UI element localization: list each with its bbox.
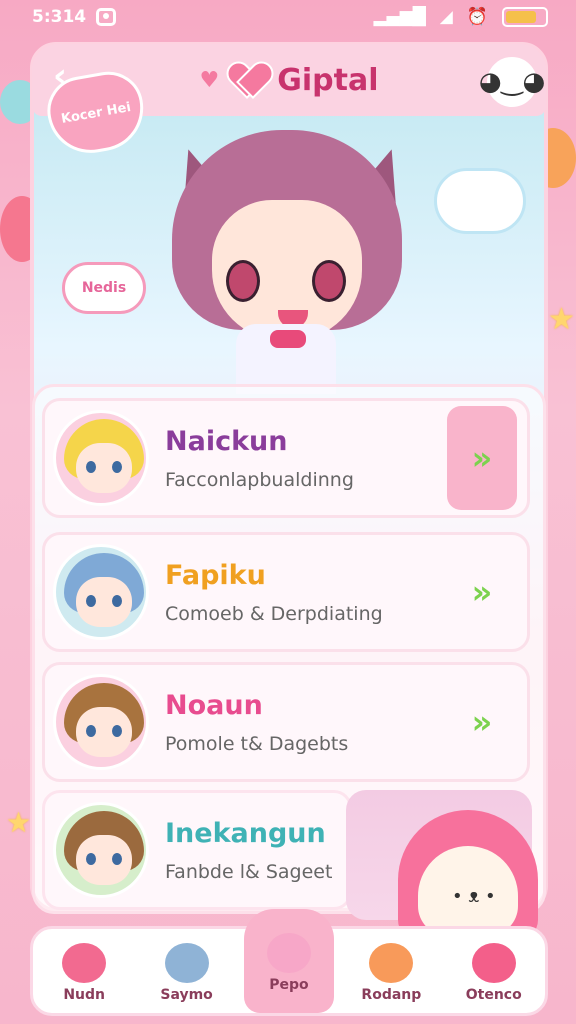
bow-icon [270, 330, 306, 348]
bear-face-icon [266, 933, 311, 973]
nav-item-saymo[interactable]: Saymo [142, 943, 232, 1003]
status-time: 5:314 [32, 7, 87, 27]
signal-icon: ▂▄▆█ [373, 7, 426, 27]
chevron-right-icon: » [471, 439, 493, 477]
hero-character-illustration [160, 110, 420, 394]
battery-icon [502, 7, 548, 27]
blob-face-icon [369, 943, 414, 983]
nav-label: Pepo [269, 977, 309, 993]
hero-eye-left [226, 260, 260, 302]
list-item[interactable]: Inekangun Fanbde l& Sageet [42, 790, 352, 910]
signal-triangle-icon: ◢ [439, 7, 453, 27]
camera-icon [96, 8, 117, 26]
list-item[interactable]: Fapiku Comoeb & Derpdiating » [42, 532, 530, 652]
status-bar: 5:314 ▂▄▆█ ◢ ⏰ [0, 0, 576, 34]
heart-badge-text: Kocer Hei [60, 99, 132, 127]
avatar [53, 674, 149, 770]
star-icon: ★ [6, 806, 32, 839]
open-button[interactable]: » [447, 540, 517, 644]
alarm-icon: ⏰ [466, 7, 488, 27]
chevron-right-icon: » [471, 703, 493, 741]
character-description: Fanbde l& Sageet [165, 861, 333, 883]
open-button[interactable]: » [447, 670, 517, 774]
nav-item-pepo[interactable]: Pepo [243, 909, 334, 1013]
list-item[interactable]: Noaun Pomole t& Dagebts » [42, 662, 530, 782]
app-title: Giptal [277, 62, 379, 98]
character-name: Fapiku [165, 560, 266, 591]
open-button[interactable]: » [447, 406, 517, 510]
mushroom-icon [62, 943, 107, 983]
nav-label: Saymo [160, 987, 213, 1003]
cloud-badge: Nedis [62, 262, 146, 314]
cloud-badge-text: Nedis [81, 280, 127, 296]
nav-label: Nudn [63, 987, 106, 1003]
smiley-face-icon: ◕‿◕ [478, 67, 546, 97]
heart-icon [229, 63, 267, 97]
avatar [53, 410, 149, 506]
character-icon [164, 943, 209, 983]
nav-item-rodanp[interactable]: Rodanp [346, 943, 436, 1003]
character-name: Naickun [165, 426, 288, 457]
avatar [53, 544, 149, 640]
star-icon: ★ [548, 302, 575, 337]
mascot-eyes: • ᴥ • [452, 886, 496, 907]
avatar [53, 802, 149, 898]
mascot-illustration: • ᴥ • [346, 790, 538, 940]
bottom-navigation: Nudn Saymo Pepo Rodanp Otenco [30, 909, 548, 1016]
nav-item-nudn[interactable]: Nudn [39, 943, 129, 1003]
character-description: Comoeb & Derpdiating [165, 603, 383, 625]
toy-blocks-icon [471, 943, 516, 983]
mascot-face: • ᴥ • [418, 846, 518, 936]
hero-eye-right [312, 260, 346, 302]
small-heart-icon: ♥ [199, 67, 220, 93]
character-description: Pomole t& Dagebts [165, 733, 349, 755]
character-name: Noaun [165, 690, 263, 721]
speech-cloud-decoration [434, 168, 526, 234]
nav-label: Rodanp [361, 987, 422, 1003]
list-item[interactable]: Naickun Facconlapbualdinng » [42, 398, 530, 518]
mascot-body: • ᴥ • [398, 810, 538, 940]
profile-button[interactable]: ◕‿◕ [479, 54, 545, 110]
chevron-right-icon: » [471, 573, 493, 611]
nav-item-otenco[interactable]: Otenco [449, 943, 539, 1003]
character-name: Inekangun [165, 818, 326, 849]
character-description: Facconlapbualdinng [165, 469, 354, 491]
nav-label: Otenco [465, 987, 522, 1003]
